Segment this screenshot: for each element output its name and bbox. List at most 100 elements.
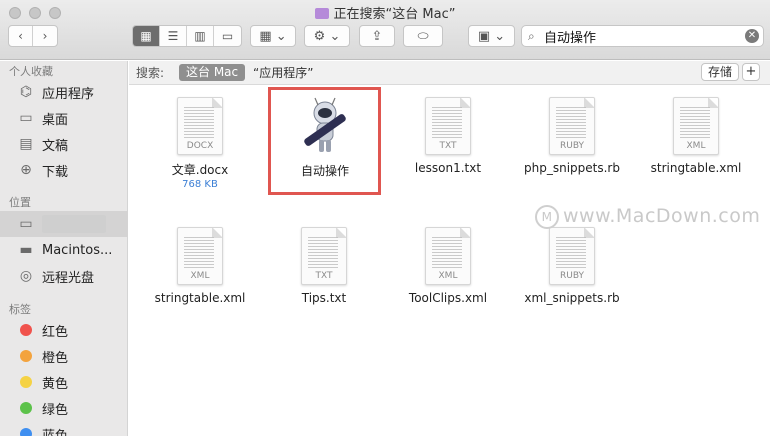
file-item[interactable]: XML stringtable.xml bbox=[145, 227, 255, 305]
search-scope-bar: 搜索: 这台 Mac “应用程序” 存储 + bbox=[129, 61, 770, 85]
sidebar-item-downloads[interactable]: ⊕ 下载 bbox=[0, 157, 128, 183]
sidebar-item-label: Macintos... bbox=[42, 242, 113, 258]
scope-label: 搜索: bbox=[136, 66, 165, 80]
disk-icon: ▬ bbox=[19, 242, 33, 258]
sidebar-item-label: 黄色 bbox=[42, 376, 69, 392]
sidebar-tag-blue[interactable]: 蓝色 bbox=[0, 421, 128, 436]
tag-icon: ⬭ bbox=[417, 28, 429, 44]
sidebar-header-locations: 位置 bbox=[9, 196, 31, 209]
macdown-logo-icon: M bbox=[535, 205, 559, 229]
document-icon: TXT bbox=[425, 97, 471, 155]
save-search-button[interactable]: 存储 bbox=[701, 63, 739, 81]
sidebar-item-macintosh-hd[interactable]: ▬ Macintos... bbox=[0, 237, 128, 263]
file-item[interactable]: TXT lesson1.txt bbox=[393, 97, 503, 175]
view-mode-control: ▦ ☰ ▥ ▭ bbox=[132, 25, 242, 47]
watermark: Mwww.MacDown.com bbox=[535, 205, 760, 229]
action-button[interactable]: ⚙ ⌄ bbox=[304, 25, 350, 47]
sidebar-item-applications[interactable]: ⌬ 应用程序 bbox=[0, 79, 128, 105]
automator-robot-icon bbox=[295, 96, 355, 156]
tags-button[interactable]: ⬭ bbox=[403, 25, 443, 47]
file-name: ToolClips.xml bbox=[408, 291, 488, 305]
sidebar-item-label: 橙色 bbox=[42, 350, 69, 366]
dropbox-icon: ▣ ⌄ bbox=[477, 28, 506, 44]
file-name: lesson1.txt bbox=[414, 161, 482, 175]
clear-search-icon[interactable]: ✕ bbox=[745, 29, 759, 43]
sidebar-item-desktop[interactable]: ▭ 桌面 bbox=[0, 105, 128, 131]
sidebar-item-label bbox=[42, 215, 106, 233]
file-name: php_snippets.rb bbox=[524, 161, 620, 175]
window-title: 正在搜索“这台 Mac” bbox=[333, 7, 456, 22]
tag-dot-icon bbox=[20, 402, 32, 414]
group-icon: ▦ ⌄ bbox=[259, 28, 287, 44]
sidebar-tag-green[interactable]: 绿色 bbox=[0, 395, 128, 421]
document-icon: RUBY bbox=[549, 97, 595, 155]
file-item[interactable]: DOCX 文章.docx 768 KB bbox=[145, 97, 255, 190]
dropbox-button[interactable]: ▣ ⌄ bbox=[468, 25, 515, 47]
tag-dot-icon bbox=[20, 428, 32, 436]
sidebar: 个人收藏 ⌬ 应用程序 ▭ 桌面 ▤ 文稿 ⊕ 下载 位置 ▭ ▬ Macintos...… bbox=[0, 61, 128, 436]
desktop-icon: ▭ bbox=[19, 110, 33, 126]
remote-disc-icon: ◎ bbox=[19, 268, 33, 284]
sidebar-tag-red[interactable]: 红色 bbox=[0, 317, 128, 343]
sidebar-item-label: 桌面 bbox=[42, 112, 69, 128]
window-title-area: 正在搜索“这台 Mac” bbox=[0, 3, 770, 22]
list-view-icon[interactable]: ☰ bbox=[160, 26, 187, 46]
tag-dot-icon bbox=[20, 376, 32, 388]
share-button[interactable]: ⇪ bbox=[359, 25, 395, 47]
folder-icon bbox=[314, 8, 329, 19]
scope-this-mac[interactable]: 这台 Mac bbox=[179, 64, 246, 81]
window-toolbar: 正在搜索“这台 Mac” ‹ › ▦ ☰ ▥ ▭ ▦ ⌄ ⚙ ⌄ ⇪ ⬭ ▣ ⌄… bbox=[0, 0, 770, 60]
file-name: stringtable.xml bbox=[650, 161, 742, 175]
applications-icon: ⌬ bbox=[19, 84, 33, 100]
watermark-text: www.MacDown.com bbox=[563, 205, 761, 227]
file-name: 自动操作 bbox=[300, 164, 349, 178]
document-icon: XML bbox=[425, 227, 471, 285]
sidebar-item-label: 蓝色 bbox=[42, 428, 69, 436]
downloads-icon: ⊕ bbox=[20, 162, 32, 178]
gear-icon: ⚙ ⌄ bbox=[313, 28, 341, 44]
document-icon: TXT bbox=[301, 227, 347, 285]
sidebar-header-favorites: 个人收藏 bbox=[9, 65, 53, 78]
search-input[interactable] bbox=[544, 27, 744, 45]
gallery-view-icon[interactable]: ▭ bbox=[214, 26, 241, 46]
file-item[interactable]: RUBY php_snippets.rb bbox=[517, 97, 627, 175]
navigation-buttons: ‹ › bbox=[8, 25, 58, 47]
file-name: stringtable.xml bbox=[154, 291, 246, 305]
sidebar-tag-yellow[interactable]: 黄色 bbox=[0, 369, 128, 395]
documents-icon: ▤ bbox=[19, 136, 33, 152]
tag-dot-icon bbox=[20, 350, 32, 362]
scope-applications[interactable]: “应用程序” bbox=[253, 64, 313, 81]
back-button[interactable]: ‹ bbox=[9, 26, 33, 46]
sidebar-item-label: 绿色 bbox=[42, 402, 69, 418]
sidebar-tag-orange[interactable]: 橙色 bbox=[0, 343, 128, 369]
icon-view-icon[interactable]: ▦ bbox=[133, 26, 160, 46]
sidebar-item-label: 文稿 bbox=[42, 138, 69, 154]
column-view-icon[interactable]: ▥ bbox=[187, 26, 214, 46]
add-criteria-button[interactable]: + bbox=[742, 63, 760, 81]
document-icon: XML bbox=[177, 227, 223, 285]
search-icon: ⌕ bbox=[528, 29, 535, 43]
file-size: 768 KB bbox=[182, 179, 218, 190]
file-item[interactable]: XML stringtable.xml bbox=[641, 97, 751, 175]
search-field[interactable]: ⌕ ✕ bbox=[521, 25, 764, 47]
file-item[interactable]: RUBY xml_snippets.rb bbox=[517, 227, 627, 305]
document-icon: DOCX bbox=[177, 97, 223, 155]
group-button[interactable]: ▦ ⌄ bbox=[250, 25, 296, 47]
sidebar-item-label: 下载 bbox=[42, 164, 69, 180]
sidebar-item-documents[interactable]: ▤ 文稿 bbox=[0, 131, 128, 157]
sidebar-header-tags: 标签 bbox=[9, 303, 31, 316]
file-item[interactable]: XML ToolClips.xml bbox=[393, 227, 503, 305]
file-item-selected[interactable]: 自动操作 bbox=[270, 96, 380, 179]
sidebar-item-remote-disc[interactable]: ◎ 远程光盘 bbox=[0, 263, 128, 289]
sidebar-item-computer[interactable]: ▭ bbox=[0, 211, 128, 237]
sidebar-item-label: 远程光盘 bbox=[42, 270, 95, 286]
sidebar-item-label: 红色 bbox=[42, 324, 69, 340]
file-item[interactable]: TXT Tips.txt bbox=[269, 227, 379, 305]
tag-dot-icon bbox=[20, 324, 32, 336]
document-icon: XML bbox=[673, 97, 719, 155]
computer-icon: ▭ bbox=[19, 216, 33, 232]
file-name: 文章.docx bbox=[171, 163, 229, 177]
forward-button[interactable]: › bbox=[33, 26, 57, 46]
document-icon: RUBY bbox=[549, 227, 595, 285]
sidebar-item-label: 应用程序 bbox=[42, 86, 95, 102]
